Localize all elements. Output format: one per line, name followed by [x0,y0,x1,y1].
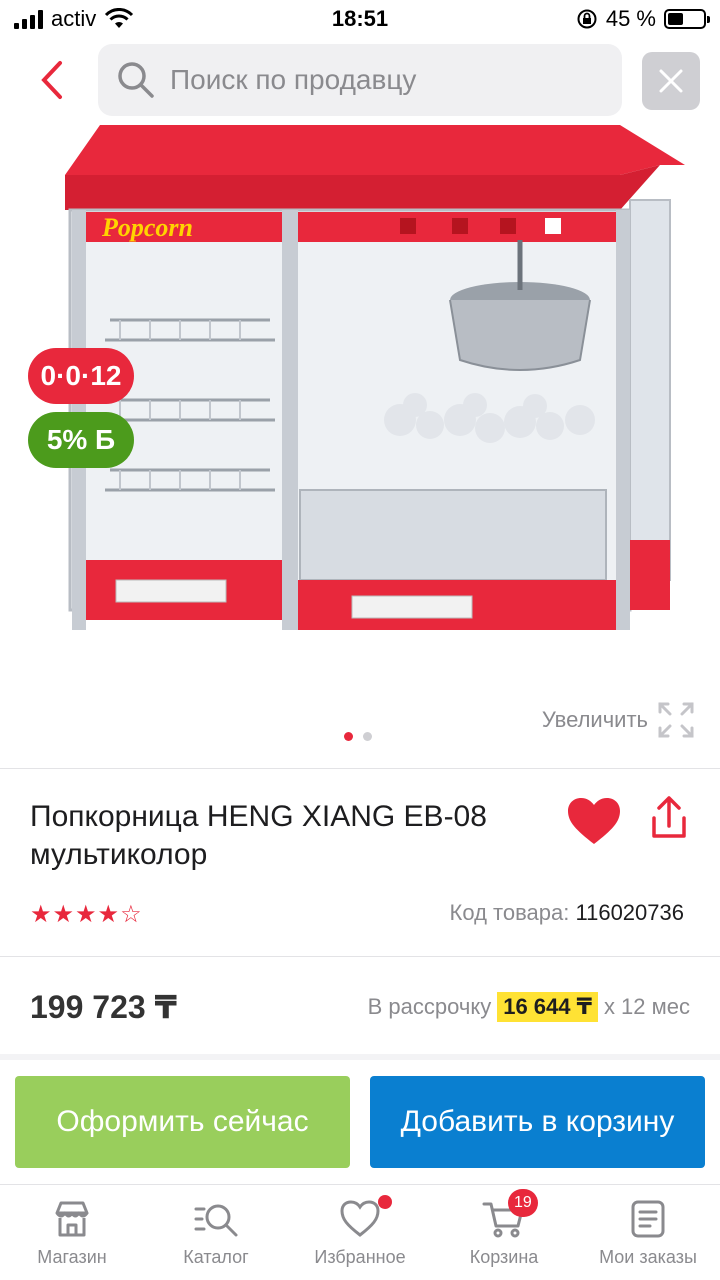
star-filled-icon: ★ [97,901,120,928]
chevron-left-icon [41,61,62,99]
tab-favorites[interactable]: Избранное [288,1185,432,1280]
share-button[interactable] [644,794,694,844]
tab-label: Магазин [37,1247,107,1267]
cart-count-badge: 19 [508,1189,538,1217]
sku-label: Код товара: [449,900,570,925]
add-to-cart-button[interactable]: Добавить в корзину [370,1076,705,1168]
expand-icon [658,702,694,738]
orders-icon [631,1200,665,1238]
tab-label: Корзина [469,1247,539,1267]
back-button[interactable] [28,56,76,104]
star-filled-icon: ★ [30,901,52,928]
search-box[interactable] [98,44,622,116]
battery-icon [664,9,710,29]
favorites-indicator-dot [378,1195,392,1209]
battery-percent: 45 % [605,6,656,31]
tab-shop[interactable]: Магазин [0,1185,144,1280]
star-filled-icon: ★ [52,901,75,928]
tab-bar: Магазин Каталог Избранное 19 Корзина Мои… [0,1184,720,1280]
heart-outline-icon [340,1200,380,1237]
search-icon [118,62,154,98]
shop-icon [55,1201,89,1237]
carousel-dots [344,732,372,741]
sku-value: 116020736 [575,900,685,925]
tab-catalog[interactable]: Каталог [144,1185,288,1280]
installment-badge: 0·0·12 [28,348,134,404]
tab-orders[interactable]: Мои заказы [576,1185,720,1280]
close-icon [659,69,683,93]
star-empty-icon: ☆ [120,901,142,928]
status-right: 45 % [576,6,710,32]
tab-label: Мои заказы [599,1247,697,1267]
bonus-badge: 5% Б [28,412,134,468]
svg-text:Popcorn: Popcorn [101,213,193,242]
divider [0,1054,720,1060]
tab-label: Каталог [183,1247,249,1267]
buy-now-button[interactable]: Оформить сейчас [15,1076,350,1168]
heart-filled-icon [568,798,620,844]
star-filled-icon: ★ [75,901,97,928]
carousel-dot[interactable] [344,732,353,741]
tab-cart[interactable]: 19 Корзина [432,1185,576,1280]
search-input[interactable] [170,64,590,96]
catalog-search-icon [194,1204,238,1237]
installment-amount: 16 644 ₸ [497,992,598,1022]
installment-info: В рассрочку 16 644 ₸ х 12 мес [368,992,690,1022]
status-bar: activ 18:51 45 % [0,0,720,40]
rotation-lock-icon [577,9,597,29]
clear-search-button[interactable] [642,52,700,110]
zoom-button[interactable]: Увеличить [542,702,694,738]
product-sku: Код товара: 116020736 [450,900,684,926]
share-icon [652,796,686,838]
favorite-button[interactable] [566,796,622,846]
installment-suffix: х 12 мес [603,994,690,1019]
rating-stars: ★ ★ ★ ★ ☆ [30,900,142,929]
zoom-label: Увеличить [541,707,648,732]
carousel-dot[interactable] [363,732,372,741]
product-title: Попкорница HENG XIANG EB-08 мультиколор [30,800,487,871]
installment-prefix: В рассрочку [367,994,492,1019]
tab-label: Избранное [314,1247,406,1267]
divider [0,956,720,957]
divider [0,768,720,769]
price: 199 723 ₸ [30,989,177,1025]
